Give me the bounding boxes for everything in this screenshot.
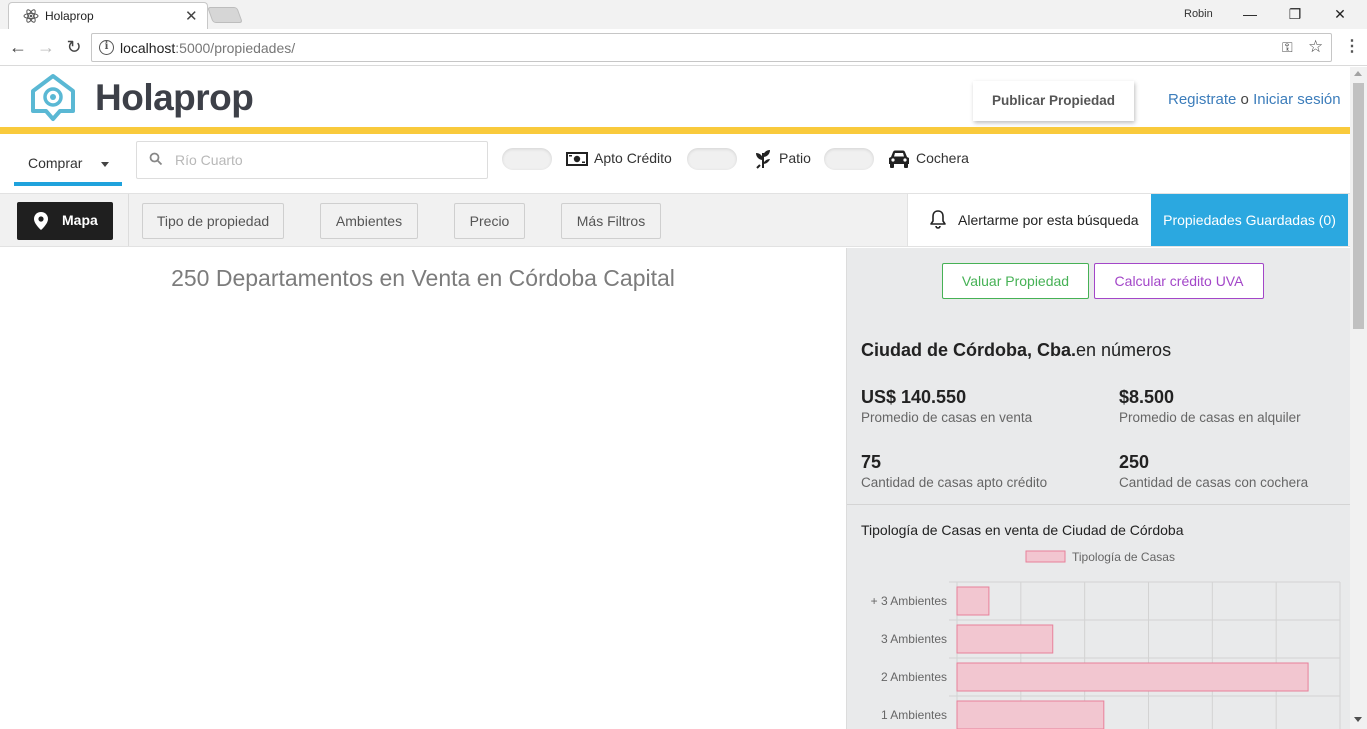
url-text[interactable]: localhost:5000/propiedades/ — [120, 40, 295, 56]
toolbar-divider — [128, 194, 129, 246]
publish-property-button[interactable]: Publicar Propiedad — [973, 81, 1134, 121]
react-icon — [23, 9, 39, 23]
forward-arrow-icon[interactable]: → — [34, 36, 58, 60]
site-header: Holaprop Publicar Propiedad Registrate o… — [0, 67, 1350, 127]
car-icon — [889, 150, 909, 168]
chart-title: Tipología de Casas en venta de Ciudad de… — [861, 522, 1184, 538]
cochera-toggle[interactable] — [824, 148, 874, 170]
legend-label: Tipología de Casas — [1072, 550, 1175, 564]
category-label: 1 Ambientes — [881, 708, 947, 722]
back-arrow-icon[interactable]: ← — [6, 36, 30, 60]
close-tab-icon[interactable]: ✕ — [185, 7, 198, 25]
legend-swatch — [1025, 550, 1066, 563]
category-label: 3 Ambientes — [881, 632, 947, 646]
operation-select[interactable]: Comprar — [14, 146, 122, 186]
valuate-property-button[interactable]: Valuar Propiedad — [942, 263, 1089, 299]
more-filters-button[interactable]: Más Filtros — [561, 203, 661, 239]
new-tab-button[interactable] — [207, 7, 243, 23]
chart-bar — [956, 586, 990, 616]
browser-tab-bar: Holaprop ✕ Robin — ❐ ✕ — [0, 0, 1367, 29]
browser-profile-name[interactable]: Robin — [1184, 8, 1213, 20]
rooms-filter-button[interactable]: Ambientes — [320, 203, 418, 239]
login-link[interactable]: Iniciar sesión — [1253, 91, 1341, 108]
bell-icon — [930, 210, 946, 229]
window-close-icon[interactable]: ✕ — [1320, 3, 1360, 25]
stat-value: 75 — [861, 452, 882, 472]
logo-text[interactable]: Holaprop — [95, 77, 254, 119]
chart-bar — [956, 662, 1309, 692]
header-accent-bar — [0, 127, 1350, 134]
search-icon — [149, 152, 163, 166]
auth-links: Registrate o Iniciar sesión — [1168, 91, 1341, 108]
map-button-label: Mapa — [62, 212, 98, 228]
bookmark-star-icon[interactable]: ☆ — [1308, 37, 1323, 57]
patio-toggle[interactable] — [687, 148, 737, 170]
search-alert-label: Alertarme por esta búsqueda — [958, 212, 1139, 228]
cochera-label: Cochera — [916, 150, 969, 166]
results-toolbar: Mapa Tipo de propiedad Ambientes Precio … — [0, 193, 1350, 247]
city-stats-panel: Valuar Propiedad Calcular crédito UVA Ci… — [846, 248, 1350, 729]
auth-or-text: o — [1240, 91, 1249, 108]
apto-credito-toggle[interactable] — [502, 148, 552, 170]
stat-value: 250 — [1119, 452, 1150, 472]
chart-bar — [956, 700, 1105, 729]
stat-value: US$ 140.550 — [861, 387, 967, 407]
price-filter-button[interactable]: Precio — [454, 203, 525, 239]
minimize-icon[interactable]: — — [1230, 3, 1270, 25]
restore-icon[interactable]: ❐ — [1275, 3, 1315, 25]
caret-down-icon — [101, 162, 109, 167]
scroll-up-arrow-icon[interactable] — [1354, 71, 1362, 76]
patio-label: Patio — [779, 150, 811, 166]
city-suffix: en números — [1076, 340, 1172, 360]
url-path: :5000/propiedades/ — [175, 40, 296, 56]
browser-menu-icon[interactable]: ⋮ — [1340, 37, 1364, 59]
chart-bar — [956, 624, 1054, 654]
city-name: Ciudad de Córdoba, Cba. — [861, 340, 1077, 360]
results-title: 250 Departamentos en Venta en Córdoba Ca… — [171, 265, 675, 291]
typology-bar-chart: Tipología de Casas + 3 Ambientes 3 Ambient… — [871, 550, 1341, 729]
stat-label: Promedio de casas en alquiler — [1119, 410, 1301, 425]
url-host: localhost — [120, 40, 176, 56]
property-type-filter-button[interactable]: Tipo de propiedad — [142, 203, 284, 239]
category-label: 2 Ambientes — [881, 670, 947, 684]
saved-properties-button[interactable]: Propiedades Guardadas (0) — [1151, 194, 1348, 246]
register-link[interactable]: Registrate — [1168, 91, 1236, 108]
scroll-thumb[interactable] — [1353, 83, 1364, 329]
city-heading: Ciudad de Córdoba, Cba.en números — [861, 340, 1171, 361]
map-button[interactable]: Mapa — [17, 202, 113, 240]
location-search-input[interactable] — [175, 142, 475, 178]
panel-divider — [847, 504, 1350, 505]
plant-icon — [756, 150, 770, 169]
uva-credit-button[interactable]: Calcular crédito UVA — [1094, 263, 1264, 299]
url-omnibox[interactable]: i localhost:5000/propiedades/ ⚿ ☆ — [91, 33, 1332, 62]
page-scrollbar[interactable] — [1350, 67, 1367, 729]
stat-value: $8.500 — [1119, 387, 1175, 407]
scroll-down-arrow-icon[interactable] — [1354, 717, 1362, 722]
category-label: + 3 Ambientes — [871, 594, 947, 608]
key-icon[interactable]: ⚿ — [1282, 39, 1293, 56]
operation-value: Comprar — [28, 155, 83, 171]
search-alert-button[interactable]: Alertarme por esta búsqueda — [907, 194, 1151, 246]
browser-address-bar: ← → ↻ i localhost:5000/propiedades/ ⚿ ☆ … — [0, 29, 1367, 66]
stat-label: Cantidad de casas con cochera — [1119, 475, 1309, 490]
map-pin-icon — [34, 212, 48, 230]
money-icon — [566, 152, 588, 166]
tab-title: Holaprop — [45, 9, 94, 23]
reload-icon[interactable]: ↻ — [62, 36, 86, 60]
search-filter-row: Comprar Apto Crédito Patio — [0, 134, 1350, 193]
house-logo-icon[interactable] — [28, 73, 78, 123]
location-search[interactable] — [136, 141, 488, 179]
stat-label: Cantidad de casas apto crédito — [861, 475, 1048, 490]
stat-label: Promedio de casas en venta — [861, 410, 1033, 425]
info-icon[interactable]: i — [99, 40, 114, 55]
page-content: Holaprop Publicar Propiedad Registrate o… — [0, 67, 1350, 729]
browser-tab[interactable]: Holaprop ✕ — [8, 2, 208, 29]
apto-credito-label: Apto Crédito — [594, 150, 672, 166]
